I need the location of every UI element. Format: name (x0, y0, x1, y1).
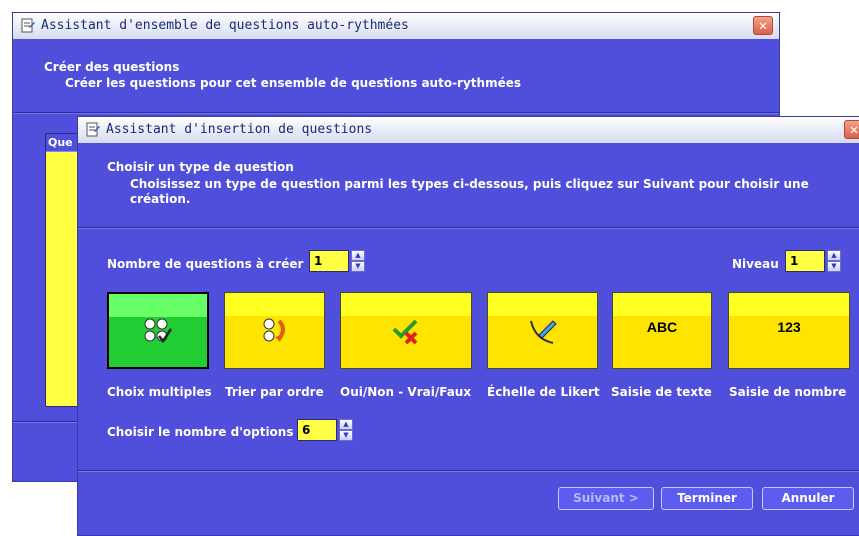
cancel-button[interactable]: Annuler (762, 487, 854, 510)
question-type-label[interactable]: Saisie de nombre (729, 385, 846, 399)
finish-button[interactable]: Terminer (661, 487, 753, 510)
question-type-number-entry[interactable]: 123 (728, 292, 850, 369)
options-count-field[interactable]: 6 (297, 419, 337, 441)
question-type-label[interactable]: Trier par ordre (225, 385, 324, 399)
wizard-document-icon (86, 122, 100, 137)
level-label: Niveau (732, 257, 779, 271)
question-count-spinner[interactable]: 1 ▲ ▼ (309, 250, 371, 272)
question-count-up-button[interactable]: ▲ (351, 250, 365, 261)
question-type-label[interactable]: Oui/Non - Vrai/Faux (340, 385, 471, 399)
likert-scale-icon (529, 320, 557, 344)
dialog-header-divider (78, 227, 859, 229)
text-entry-icon: ABC (646, 319, 678, 335)
options-count-label: Choisir le nombre d'options (107, 425, 294, 439)
wizard-document-icon (21, 18, 35, 33)
level-up-button[interactable]: ▲ (827, 250, 841, 261)
background-window-title: Assistant d'ensemble de questions auto-r… (41, 18, 409, 33)
options-count-spinner[interactable]: 6 ▲ ▼ (297, 419, 357, 441)
question-type-true-false[interactable] (340, 292, 472, 369)
question-type-multiple-choice[interactable] (107, 292, 209, 369)
level-field[interactable]: 1 (785, 250, 825, 272)
question-type-sort-order[interactable] (224, 292, 325, 369)
question-type-likert-scale[interactable] (487, 292, 598, 369)
level-spinner[interactable]: 1 ▲ ▼ (785, 250, 847, 272)
question-count-label: Nombre de questions à créer (107, 257, 304, 271)
dialog-header-title: Choisir un type de question (107, 160, 294, 174)
background-header-subtitle: Créer les questions pour cet ensemble de… (65, 76, 521, 90)
true-false-icon (392, 319, 418, 345)
background-list-header-label: Que (48, 136, 73, 149)
dialog-footer-divider (78, 470, 859, 472)
background-window-titlebar[interactable]: Assistant d'ensemble de questions auto-r… (13, 13, 779, 39)
question-type-label[interactable]: Saisie de texte (611, 385, 712, 399)
dialog-header-subtitle: Choisissez un type de question parmi les… (130, 177, 809, 206)
options-count-up-button[interactable]: ▲ (339, 419, 353, 430)
sort-order-icon (263, 318, 285, 342)
next-button[interactable]: Suivant > (558, 487, 654, 510)
background-close-button[interactable]: ✕ (753, 16, 773, 35)
question-count-down-button[interactable]: ▼ (351, 261, 365, 272)
question-type-text-entry[interactable]: ABC (612, 292, 712, 369)
dialog-titlebar[interactable]: Assistant d'insertion de questions ✕ (78, 117, 859, 143)
level-down-button[interactable]: ▼ (827, 261, 841, 272)
dialog-close-button[interactable]: ✕ (844, 120, 859, 139)
background-header-title: Créer des questions (44, 60, 180, 74)
question-type-label[interactable]: Échelle de Likert (487, 385, 600, 399)
options-count-down-button[interactable]: ▼ (339, 430, 353, 441)
number-entry-icon: 123 (777, 319, 801, 335)
question-count-field[interactable]: 1 (309, 250, 349, 272)
multiple-choice-icon (144, 318, 173, 344)
question-type-label[interactable]: Choix multiples (107, 385, 212, 399)
background-header-divider (13, 112, 779, 114)
dialog-title: Assistant d'insertion de questions (106, 122, 373, 137)
